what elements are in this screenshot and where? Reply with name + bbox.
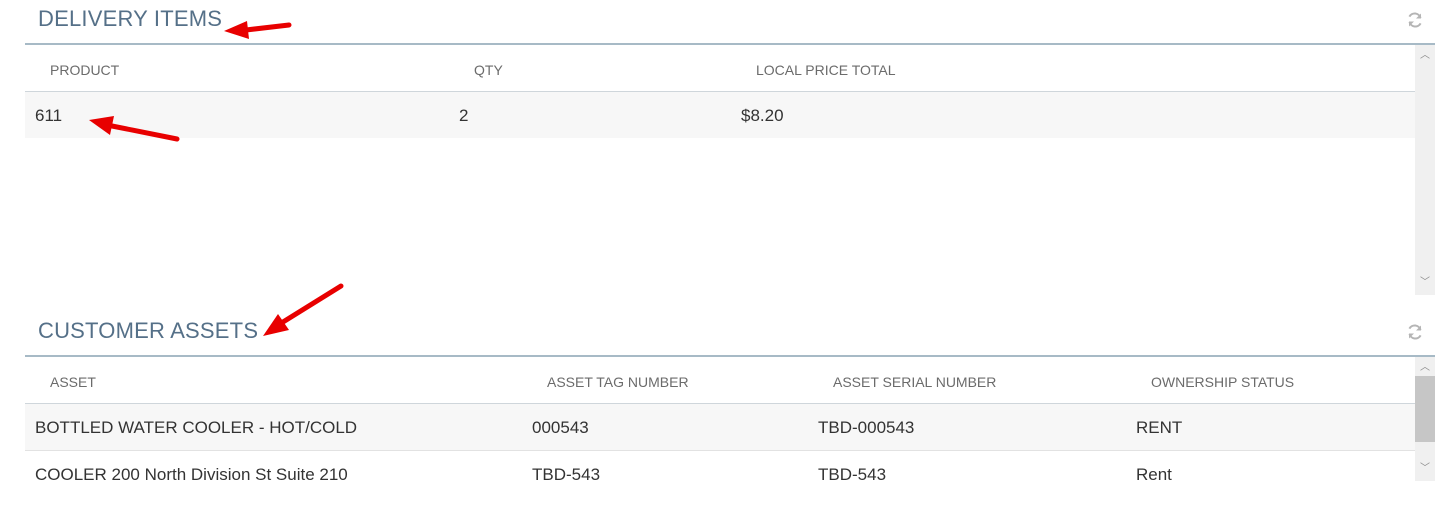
column-header-asset[interactable]: ASSET [50,374,96,390]
customer-assets-grid: ASSET ASSET TAG NUMBER ASSET SERIAL NUMB… [25,357,1435,481]
delivery-items-title: DELIVERY ITEMS [38,6,223,31]
column-header-product[interactable]: PRODUCT [50,62,119,78]
table-row[interactable]: COOLER 200 North Division St Suite 210 T… [25,451,1415,481]
column-header-asset-serial-number[interactable]: ASSET SERIAL NUMBER [833,374,996,390]
cell-product: 611 [35,106,63,125]
scroll-up-icon[interactable]: ︿ [1415,361,1435,375]
customer-assets-scrollbar[interactable]: ︿ ﹀ [1415,357,1435,481]
scroll-down-icon[interactable]: ﹀ [1415,276,1435,290]
delivery-items-grid: PRODUCT QTY LOCAL PRICE TOTAL 611 2 $8.2… [25,45,1435,295]
refresh-icon[interactable] [1406,323,1424,341]
customer-assets-header-row: ASSET ASSET TAG NUMBER ASSET SERIAL NUMB… [25,357,1415,404]
scroll-up-icon[interactable]: ︿ [1415,49,1435,63]
column-header-qty[interactable]: QTY [474,62,503,78]
cell-asset-serial-number: TBD-000543 [818,418,915,437]
cell-asset: BOTTLED WATER COOLER - HOT/COLD [35,418,358,437]
cell-asset-serial-number: TBD-543 [818,465,887,481]
column-header-local-price-total[interactable]: LOCAL PRICE TOTAL [756,62,896,78]
column-header-ownership-status[interactable]: OWNERSHIP STATUS [1151,374,1294,390]
cell-asset-tag-number: TBD-543 [532,465,601,481]
delivery-items-scrollbar[interactable]: ︿ ﹀ [1415,45,1435,295]
customer-assets-panel: CUSTOMER ASSETS ASSET ASSET TAG NUMBER A… [25,312,1435,484]
cell-local-price-total: $8.20 [741,106,784,125]
cell-ownership-status: RENT [1136,418,1183,437]
table-row[interactable]: BOTTLED WATER COOLER - HOT/COLD 000543 T… [25,404,1415,451]
refresh-icon[interactable] [1406,11,1424,29]
scroll-down-icon[interactable]: ﹀ [1415,462,1435,476]
delivery-items-panel: DELIVERY ITEMS PRODUCT QTY LOCAL PRICE T… [25,0,1435,295]
cell-ownership-status: Rent [1136,465,1172,481]
customer-assets-title: CUSTOMER ASSETS [38,318,259,343]
cell-asset: COOLER 200 North Division St Suite 210 [35,465,348,481]
cell-asset-tag-number: 000543 [532,418,589,437]
table-row[interactable]: 611 2 $8.20 [25,92,1415,138]
column-header-asset-tag-number[interactable]: ASSET TAG NUMBER [547,374,689,390]
delivery-items-header-row: PRODUCT QTY LOCAL PRICE TOTAL [25,45,1415,92]
cell-qty: 2 [459,106,469,125]
scroll-thumb[interactable] [1415,376,1435,442]
